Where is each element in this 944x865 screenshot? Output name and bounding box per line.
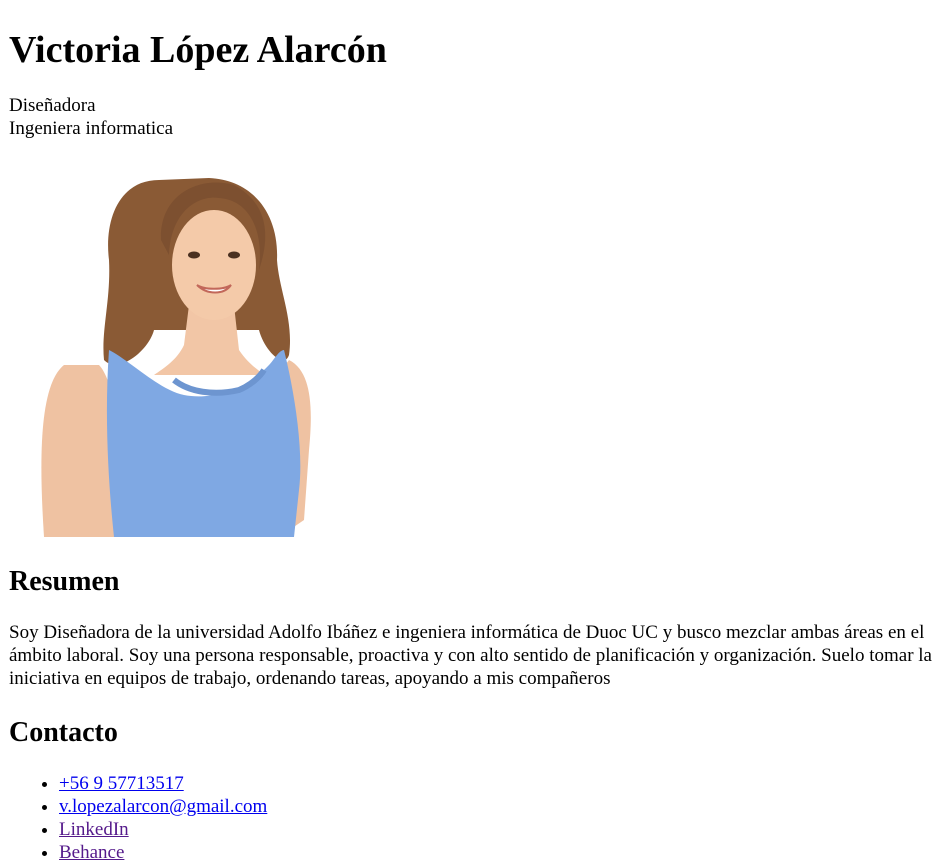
contact-item-behance: Behance <box>59 841 935 864</box>
contact-item-linkedin: LinkedIn <box>59 818 935 841</box>
role-designer: Diseñadora <box>9 95 96 116</box>
resumen-heading: Resumen <box>9 566 120 597</box>
left-eye <box>188 251 200 259</box>
profile-photo <box>9 160 329 537</box>
behance-link[interactable]: Behance <box>59 842 124 863</box>
contacto-heading: Contacto <box>9 717 118 748</box>
linkedin-link[interactable]: LinkedIn <box>59 819 129 840</box>
phone-link[interactable]: +56 9 57713517 <box>59 773 184 794</box>
face <box>172 210 256 320</box>
role-block: Diseñadora Ingeniera informatica <box>9 94 935 140</box>
contact-item-email: v.lopezalarcon@gmail.com <box>59 795 935 818</box>
email-link[interactable]: v.lopezalarcon@gmail.com <box>59 796 267 817</box>
page-title: Victoria López Alarcón <box>9 29 387 71</box>
role-engineer: Ingeniera informatica <box>9 118 174 139</box>
shirt <box>106 350 301 537</box>
right-eye <box>228 251 240 259</box>
contact-list: +56 9 57713517 v.lopezalarcon@gmail.com … <box>9 772 935 864</box>
contact-item-phone: +56 9 57713517 <box>59 772 935 795</box>
portrait-illustration <box>41 178 311 537</box>
resumen-paragraph: Soy Diseñadora de la universidad Adolfo … <box>9 622 932 689</box>
